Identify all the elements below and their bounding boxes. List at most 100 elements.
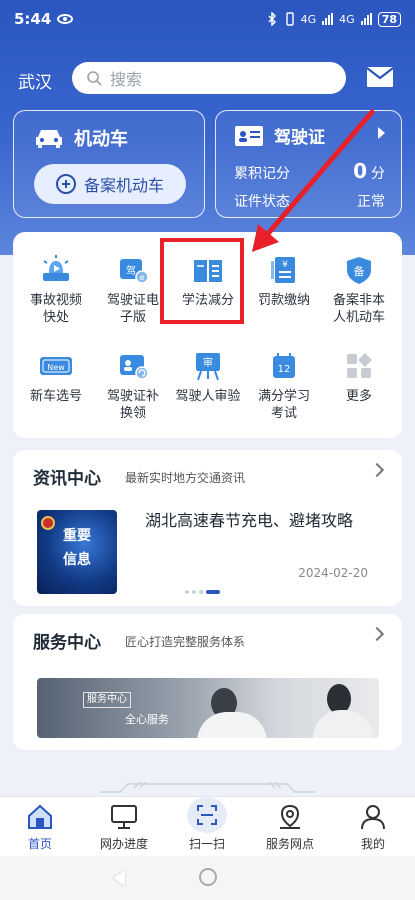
service-label: 驾驶人审验 [175, 389, 241, 404]
banner-text: 全心服务 [125, 713, 169, 726]
license-reissue-icon [115, 350, 151, 382]
service-label-2: 人机动车 [332, 310, 385, 325]
service-label-2: 换领 [119, 406, 146, 421]
eye-icon [57, 14, 74, 24]
highlight-box [160, 238, 244, 324]
points-unit: 分 [371, 166, 385, 182]
service-center-subtitle: 匠心打造完整服务体系 [125, 635, 246, 649]
nav-profile[interactable]: 我的 [333, 803, 413, 852]
accident-video-icon [38, 254, 74, 286]
service-center-title: 服务中心 [33, 633, 101, 653]
news-thumbnail[interactable]: 重要 信息 [37, 510, 117, 594]
status-row: 证件状态 正常 [234, 191, 385, 211]
service-more[interactable]: 更多 [321, 350, 397, 405]
new-plate-icon: New [38, 350, 74, 382]
news-headline[interactable]: 湖北高速春节充电、避堵攻略 [145, 510, 385, 532]
signal-icon-2 [360, 13, 372, 25]
chevron-right-icon [378, 127, 385, 139]
status-bar: 5:44 4G 4G 78 [0, 0, 415, 38]
chevron-right-icon[interactable] [369, 626, 385, 642]
nav-home[interactable]: 首页 [0, 803, 80, 852]
points-row: 累积记分 0分 [234, 159, 385, 183]
battery-indicator: 78 [377, 11, 401, 27]
chevron-right-icon[interactable] [369, 462, 385, 478]
carousel-dots [185, 590, 220, 594]
home-button-icon[interactable] [199, 868, 217, 886]
register-shield-icon: 备 [341, 254, 377, 286]
license-glyph: 驾 [126, 265, 136, 277]
bottom-nav: 首页 网办进度 扫一扫 服务网点 我的 [0, 796, 415, 856]
search-placeholder: 搜索 [110, 70, 143, 89]
monitor-icon [84, 803, 164, 831]
news-title: 资讯中心 [33, 469, 101, 489]
user-icon [333, 803, 413, 831]
vibrate-icon [285, 12, 294, 26]
service-banner[interactable]: 服务中心 全心服务 [37, 678, 379, 738]
points-value: 0 [353, 159, 367, 183]
status-indicators: 4G 4G 78 [265, 11, 401, 27]
add-vehicle-button[interactable]: 备案机动车 [34, 164, 186, 204]
service-label: 罚款缴纳 [257, 293, 310, 308]
points-label: 累积记分 [234, 166, 290, 182]
service-label-2: 考试 [270, 406, 297, 421]
search-icon [87, 71, 102, 86]
id-card-icon [235, 125, 263, 146]
register-glyph: 备 [354, 264, 365, 278]
nav-progress[interactable]: 网办进度 [84, 803, 164, 852]
nav-label: 服务网点 [265, 837, 314, 851]
nav-label: 我的 [360, 837, 385, 851]
location-pin-icon [250, 803, 330, 831]
calendar-exam-icon: 12 [266, 350, 302, 382]
nav-label: 首页 [27, 837, 52, 851]
thumb-line-2: 信息 [63, 552, 91, 568]
service-label: 事故视频 [29, 293, 82, 308]
bluetooth-icon [268, 12, 276, 26]
service-driver-review[interactable]: 审 驾驶人审验 [170, 350, 246, 405]
service-center-section[interactable]: 服务中心 匠心打造完整服务体系 服务中心 全心服务 [13, 614, 402, 750]
service-label: 驾驶证补 [106, 389, 159, 404]
plus-circle-icon [55, 174, 76, 194]
calendar-glyph: 12 [278, 364, 291, 375]
service-label-2: 快处 [42, 310, 69, 325]
service-fine-payment[interactable]: ¥ 罚款缴纳 [246, 254, 322, 309]
police-emblem-icon [41, 516, 55, 530]
e-license-icon: 驾e [115, 254, 151, 286]
new-badge-text: New [47, 363, 65, 372]
back-icon[interactable] [113, 870, 125, 886]
review-glyph: 审 [203, 356, 213, 369]
nav-service-points[interactable]: 服务网点 [250, 803, 330, 852]
network-label-a: 4G [300, 12, 317, 26]
news-subtitle: 最新实时地方交通资讯 [125, 471, 246, 485]
city-selector[interactable]: 武汉 [18, 68, 52, 93]
driver-review-icon: 审 [190, 350, 226, 382]
nav-label: 扫一扫 [188, 837, 225, 851]
decorative-divider [100, 782, 315, 793]
status-time: 5:44 [14, 10, 52, 28]
search-input[interactable]: 搜索 [72, 62, 346, 94]
service-accident-video[interactable]: 事故视频 快处 [18, 254, 94, 326]
status-label: 证件状态 [234, 194, 290, 210]
vehicle-card[interactable]: 机动车 备案机动车 [13, 110, 205, 218]
mail-icon[interactable] [366, 66, 394, 92]
service-register-other-vehicle[interactable]: 备 备案非本 人机动车 [321, 254, 397, 326]
nav-scan[interactable]: 扫一扫 [167, 797, 247, 852]
vehicle-card-title: 机动车 [74, 129, 128, 150]
license-card[interactable]: 驾驶证 累积记分 0分 证件状态 正常 [215, 110, 402, 218]
service-license-reissue[interactable]: 驾驶证补 换领 [95, 350, 171, 422]
fine-payment-icon: ¥ [266, 254, 302, 286]
more-grid-icon [341, 350, 377, 382]
service-label: 满分学习 [257, 389, 310, 404]
service-label: 备案非本 [332, 293, 385, 308]
svg-text:e: e [140, 273, 145, 282]
nav-label: 网办进度 [99, 837, 148, 851]
news-date: 2024-02-20 [298, 566, 368, 580]
car-icon [36, 130, 62, 148]
service-new-plate[interactable]: New 新车选号 [18, 350, 94, 405]
banner-tag: 服务中心 [83, 692, 131, 708]
add-vehicle-label: 备案机动车 [83, 176, 164, 195]
service-label: 新车选号 [29, 389, 82, 404]
service-full-score-exam[interactable]: 12 满分学习 考试 [246, 350, 322, 422]
news-section[interactable]: 资讯中心 最新实时地方交通资讯 重要 信息 湖北高速春节充电、避堵攻略 2024… [13, 450, 402, 606]
signal-icon [322, 13, 334, 25]
home-icon [0, 803, 80, 831]
